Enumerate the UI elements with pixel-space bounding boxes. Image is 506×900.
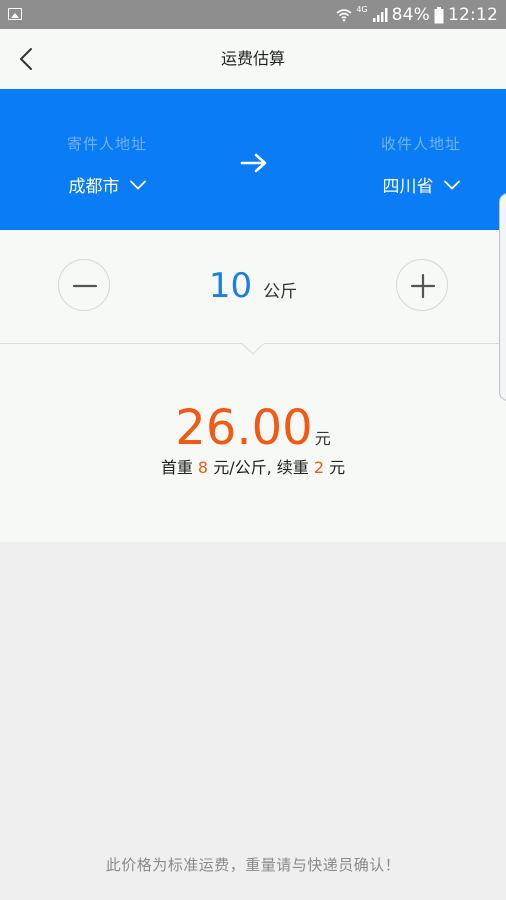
first-weight-label: 首重 [160,458,193,477]
signal-icon [372,7,388,23]
chevron-down-icon [129,180,146,189]
first-weight-price: 8 [197,458,209,477]
arrow-right-icon [240,153,267,173]
pointer-notch [242,343,264,355]
weight-stepper: 10 公斤 [0,230,506,344]
battery-icon [434,6,444,24]
receiver-address-label: 收件人地址 [380,135,461,153]
status-bar: 4G 84% 12:12 [0,0,506,29]
receiver-province-value: 四川省 [382,177,434,197]
sender-city-select[interactable]: 成都市 [69,172,146,197]
sender-address-block: 寄件人地址 成都市 [22,133,192,197]
status-right-group: 4G 84% 12:12 [336,3,498,27]
increase-weight-button[interactable] [396,259,448,311]
receiver-address-block: 收件人地址 四川省 [336,133,506,197]
network-type: 4G [356,4,368,14]
wifi-icon [336,8,352,22]
plus-icon [410,273,436,299]
price-unit: 元 [314,429,331,448]
sender-city-value: 成都市 [68,177,120,197]
extra-weight-price: 2 [313,458,325,477]
receiver-province-select[interactable]: 四川省 [383,172,460,197]
sender-address-label: 寄件人地址 [66,135,147,153]
pricing-rule: 首重 8 元/公斤, 续重 2 元 [0,454,506,478]
page-title: 运费估算 [220,49,285,68]
chevron-down-icon [443,180,460,189]
price-amount: 26.00 [175,400,313,456]
edge-panel-handle[interactable] [499,193,506,401]
footer-disclaimer: 此价格为标准运费，重量请与快递员确认！ [105,856,401,874]
battery-percent: 84% [391,5,430,25]
first-weight-unit: 元/公斤, [213,458,272,477]
price-total: 26.00 元 [0,400,506,456]
extra-weight-label: 续重 [276,458,309,477]
gallery-icon [8,8,22,20]
clock: 12:12 [448,5,498,25]
weight-value: 10 [208,266,253,306]
address-band: 寄件人地址 成都市 收件人地址 四川省 [0,89,506,230]
weight-unit: 公斤 [263,282,298,302]
extra-weight-unit: 元 [329,458,346,477]
price-panel: 26.00 元 首重 8 元/公斤, 续重 2 元 [0,343,506,542]
top-app-bar: 运费估算 [0,29,506,89]
